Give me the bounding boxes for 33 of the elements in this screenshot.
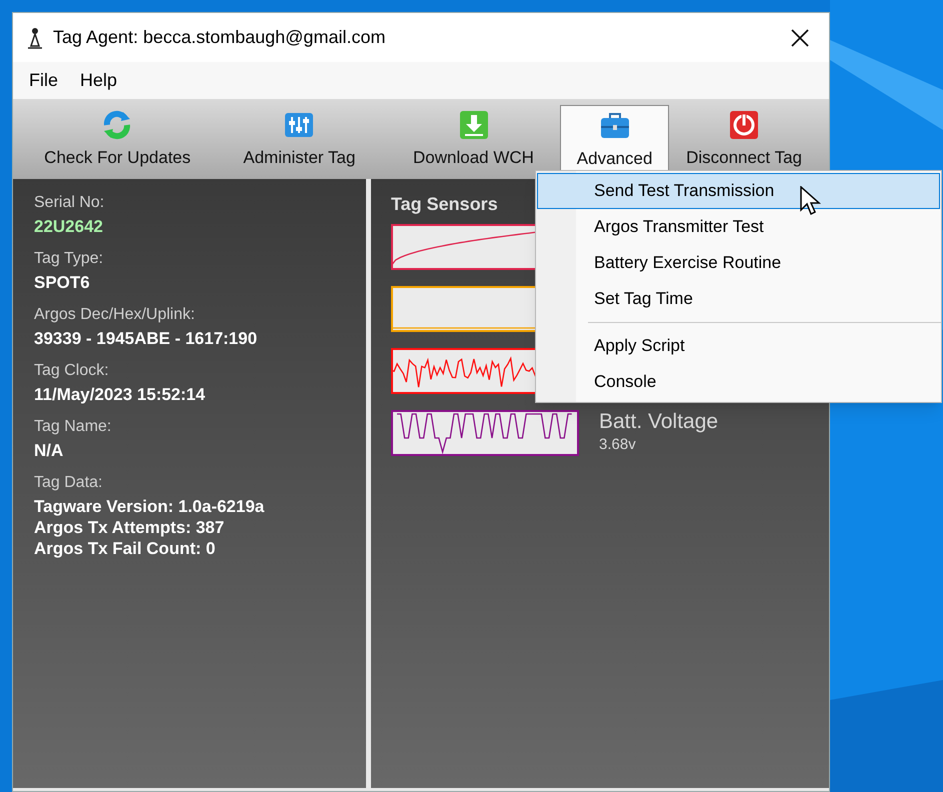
field-value: Argos Tx Attempts: 387 (34, 517, 226, 538)
field-label: Tag Name: (34, 417, 112, 437)
toolbar-button[interactable]: Administer Tag (212, 105, 387, 179)
window-title: Tag Agent: becca.stombaugh@gmail.com (53, 26, 386, 49)
download-icon (458, 108, 490, 140)
power-icon (728, 108, 760, 140)
field-label: Argos Dec/Hex/Uplink: (34, 305, 196, 325)
field-value: 39339 - 1945ABE - 1617:190 (34, 328, 258, 349)
field-value: Argos Tx Fail Count: 0 (34, 538, 216, 559)
field-value: SPOT6 (34, 272, 91, 293)
field-value: 22U2642 (34, 216, 104, 237)
menu-item[interactable]: Set Tag Time (537, 281, 940, 317)
menu-item[interactable]: Send Test Transmission (537, 173, 940, 209)
panel-title: Tag Sensors (391, 193, 498, 216)
sensor-name: Batt. Voltage (599, 410, 718, 434)
sensor-reading: 3.68v (599, 435, 637, 455)
figure-icon (25, 26, 45, 50)
menu-item[interactable]: File (21, 67, 66, 94)
field-value: Tagware Version: 1.0a-6219a (34, 496, 266, 517)
field-value: 11/May/2023 15:52:14 (34, 384, 206, 405)
menu-item[interactable]: Apply Script (537, 328, 940, 364)
menu-item[interactable]: Argos Transmitter Test (537, 209, 940, 245)
field-label: Tag Clock: (34, 361, 110, 381)
menu-item[interactable]: Battery Exercise Routine (537, 245, 940, 281)
close-icon[interactable] (791, 28, 809, 46)
field-label: Serial No: (34, 193, 106, 213)
cursor-icon (800, 186, 822, 218)
field-label: Tag Type: (34, 249, 104, 269)
toolbar-button[interactable]: Check For Updates (25, 105, 210, 179)
field-label: Tag Data: (34, 473, 104, 493)
field-value: N/A (34, 440, 64, 461)
menu-item[interactable]: Help (72, 67, 126, 94)
menu-item[interactable]: Console (537, 364, 940, 400)
